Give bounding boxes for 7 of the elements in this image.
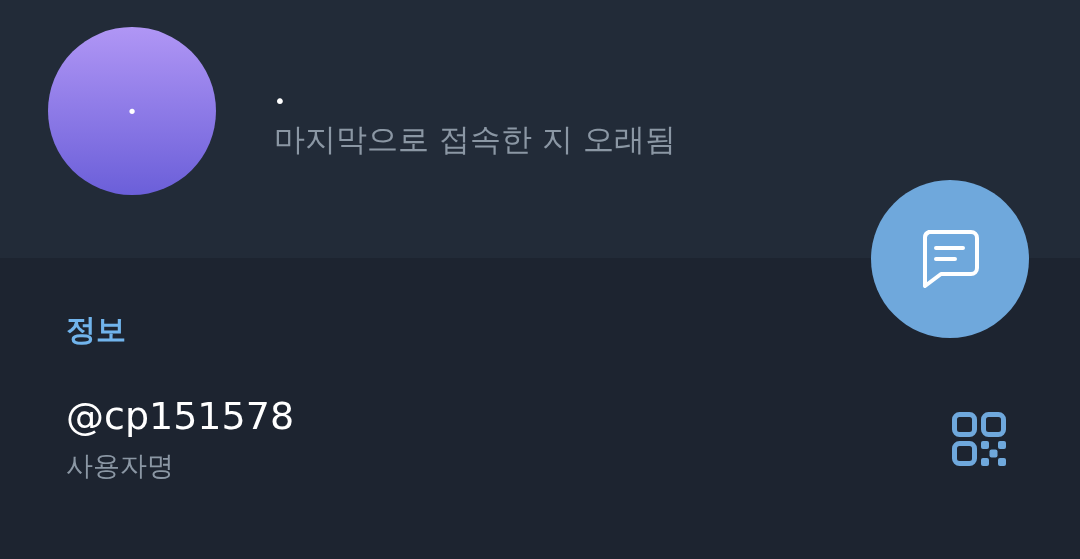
username-label: 사용자명 — [66, 449, 175, 483]
section-title: 정보 — [66, 311, 126, 349]
avatar-initial: • — [126, 100, 138, 122]
last-seen-status: 마지막으로 접속한 지 오래됨 — [274, 120, 676, 159]
username: @cp151578 — [66, 393, 295, 440]
profile-name: • — [274, 88, 287, 115]
qr-code-icon[interactable] — [952, 412, 1006, 466]
